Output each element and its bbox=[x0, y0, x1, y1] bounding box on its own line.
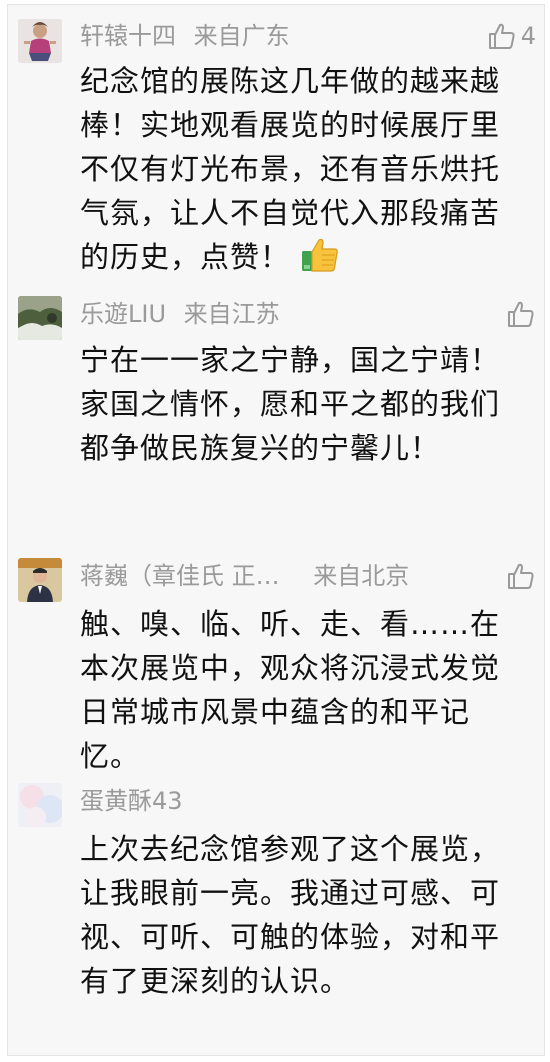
like-button[interactable] bbox=[506, 296, 536, 332]
comment-item: 蒋巍（章佳氏 正… 来自北京 触、嗅、临、听、走、看……在本次展览中，观众将沉浸… bbox=[8, 550, 544, 775]
comment-text: 触、嗅、临、听、走、看……在本次展览中，观众将沉浸式发觉日常城市风景中蕴含的和平… bbox=[80, 607, 501, 773]
comment-text: 宁在一一家之宁静，国之宁靖！家国之情怀，愿和平之都的我们都争做民族复兴的宁馨儿！ bbox=[80, 343, 501, 465]
comment-list: 轩辕十四 来自广东 4 纪念馆的展陈这几年做的越来越棒！实地观看展览的时候展厅里… bbox=[7, 4, 545, 1056]
author-name[interactable]: 蒋巍（章佳氏 正… bbox=[80, 558, 280, 594]
comment-text: 纪念馆的展陈这几年做的越来越棒！实地观看展览的时候展厅里不仅有灯光布景，还有音乐… bbox=[80, 59, 526, 285]
location-label: 来自江苏 bbox=[183, 300, 280, 328]
location-label: 来自北京 bbox=[313, 562, 410, 590]
comment-meta: 蒋巍（章佳氏 正… 来自北京 bbox=[80, 558, 484, 594]
avatar-cartoon-icon bbox=[18, 19, 62, 63]
avatar[interactable] bbox=[18, 19, 62, 63]
author-name[interactable]: 蛋黄酥43 bbox=[80, 787, 183, 815]
author-name[interactable]: 乐遊LIU bbox=[80, 300, 166, 328]
location-label: 来自广东 bbox=[193, 22, 290, 50]
thumbs-up-icon bbox=[508, 301, 534, 327]
avatar[interactable] bbox=[18, 558, 62, 602]
comment-meta: 轩辕十四 来自广东 bbox=[80, 18, 484, 54]
like-count: 4 bbox=[520, 22, 536, 50]
comment-item: 蛋黄酥43 上次去纪念馆参观了这个展览，让我眼前一亮。我通过可感、可视、可听、可… bbox=[8, 775, 544, 1055]
thumbs-up-emoji-icon bbox=[300, 237, 340, 285]
comment-text: 上次去纪念馆参观了这个展览，让我眼前一亮。我通过可感、可视、可听、可触的体验，对… bbox=[80, 832, 501, 998]
thumbs-up-icon bbox=[508, 563, 534, 589]
avatar[interactable] bbox=[18, 296, 62, 340]
avatar-landscape-icon bbox=[18, 296, 62, 340]
comment-item: 乐遊LIU 来自江苏 宁在一一家之宁静，国之宁靖！家国之情怀，愿和平之都的我们都… bbox=[8, 290, 544, 550]
thumbs-up-icon bbox=[488, 23, 515, 49]
comment-item: 轩辕十四 来自广东 4 纪念馆的展陈这几年做的越来越棒！实地观看展览的时候展厅里… bbox=[8, 5, 544, 290]
author-name[interactable]: 轩辕十四 bbox=[80, 22, 176, 50]
avatar-person-portrait-icon bbox=[18, 558, 62, 602]
like-button[interactable]: 4 bbox=[487, 18, 536, 54]
like-button[interactable] bbox=[506, 558, 536, 594]
comment-meta: 乐遊LIU 来自江苏 bbox=[80, 296, 484, 332]
comment-meta: 蛋黄酥43 bbox=[80, 783, 484, 819]
avatar[interactable] bbox=[18, 783, 62, 827]
avatar-light-blur-icon bbox=[18, 783, 62, 827]
comment-body: 纪念馆的展陈这几年做的越来越棒！实地观看展览的时候展厅里不仅有灯光布景，还有音乐… bbox=[80, 64, 501, 274]
